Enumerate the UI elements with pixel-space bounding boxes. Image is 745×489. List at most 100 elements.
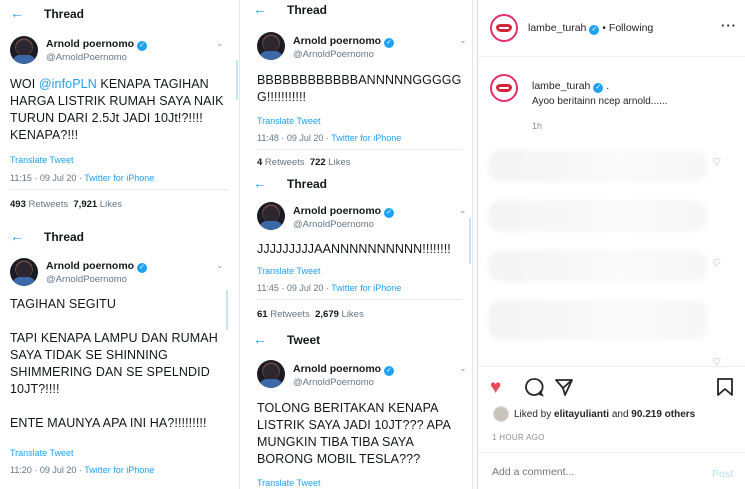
thread-header: ← Thread	[0, 2, 239, 26]
caption-text: Ayoo beritainn ncep arnold......	[532, 96, 668, 107]
source-link[interactable]: Twitter for iPhone	[331, 133, 401, 143]
back-arrow-icon[interactable]: ←	[253, 175, 267, 191]
source-link[interactable]: Twitter for iPhone	[84, 173, 154, 183]
verified-icon: ✓	[589, 25, 600, 35]
header-title: Thread	[287, 3, 328, 17]
tweet-text: TOLONG BERITAKAN KENAPA LISTRIK SAYA JAD…	[257, 401, 451, 466]
back-arrow-icon[interactable]: ←	[10, 5, 24, 21]
avatar[interactable]	[10, 36, 38, 64]
divider	[257, 299, 462, 300]
user-name[interactable]: Arnold poernomo ✓	[293, 363, 395, 376]
tweet-card: ← Tweet Arnold poernomo ✓ @ArnoldPoernomo…	[243, 328, 472, 489]
scrollbar[interactable]	[236, 60, 238, 100]
liker-avatar[interactable]	[493, 406, 509, 422]
user-name[interactable]: Arnold poernomo ✓	[293, 205, 395, 218]
tweet-card: ← Thread Arnold poernomo ✓ @ArnoldPoernom…	[0, 0, 239, 222]
user-name[interactable]: Arnold poernomo ✓	[293, 35, 395, 48]
like-heart-icon[interactable]: ♥	[490, 378, 501, 398]
avatar[interactable]	[10, 258, 38, 286]
tweet-text: TAGIHAN SEGITU TAPI KENAPA LAMPU DAN RUM…	[10, 296, 220, 432]
like-count[interactable]: 722	[310, 157, 326, 168]
comment-input[interactable]	[492, 466, 692, 478]
chevron-down-icon[interactable]: ⌄	[459, 35, 467, 46]
scrollbar[interactable]	[226, 290, 228, 330]
heart-outline-icon[interactable]: ♡	[712, 258, 721, 269]
avatar[interactable]	[257, 360, 285, 388]
following-button[interactable]: Following	[609, 22, 653, 34]
user-handle[interactable]: @ArnoldPoernomo	[293, 377, 374, 388]
tweet-column-1: ← Thread Arnold poernomo ✓ @ArnoldPoernom…	[0, 0, 240, 489]
account-name[interactable]: lambe_turah	[528, 22, 586, 34]
tweet-text: BBBBBBBBBBBBANNNNNGGGGGG!!!!!!!!!!!	[257, 73, 462, 104]
blurred-comment	[488, 200, 708, 232]
translate-tweet-link[interactable]: Translate Tweet	[257, 116, 321, 126]
post-button[interactable]: Post	[712, 468, 733, 480]
translate-tweet-link[interactable]: Translate Tweet	[10, 448, 74, 458]
retweet-count[interactable]: 493	[10, 199, 26, 210]
user-handle[interactable]: @ArnoldPoernomo	[293, 49, 374, 60]
chevron-down-icon[interactable]: ⌄	[459, 205, 467, 216]
retweet-count[interactable]: 61	[257, 309, 268, 320]
tweet-text: WOI @infoPLN KENAPA TAGIHAN HARGA LISTRI…	[10, 77, 224, 142]
bookmark-icon[interactable]	[716, 377, 734, 402]
translate-tweet-link[interactable]: Translate Tweet	[257, 266, 321, 276]
divider	[10, 189, 229, 190]
instagram-post-panel: lambe_turah ✓ • Following ··· lambe_turah…	[477, 0, 745, 489]
blurred-comment	[488, 150, 708, 182]
user-name[interactable]: Arnold poernomo ✓	[46, 38, 148, 51]
source-link[interactable]: Twitter for iPhone	[84, 465, 154, 475]
like-count[interactable]: 7,921	[73, 199, 97, 210]
lips-logo-icon	[496, 24, 512, 32]
tweet-text: JJJJJJJJJAANNNNNNNNNN!!!!!!!!	[257, 242, 451, 256]
user-name[interactable]: Arnold poernomo ✓	[46, 260, 148, 273]
chevron-down-icon[interactable]: ⌄	[216, 38, 224, 49]
avatar[interactable]	[257, 202, 285, 230]
divider	[478, 56, 745, 57]
heart-outline-icon[interactable]: ♡	[712, 157, 721, 168]
chevron-down-icon[interactable]: ⌄	[459, 363, 467, 374]
tweet-line: TAGIHAN SEGITU	[10, 297, 117, 311]
post-age: 1 HOUR AGO	[492, 433, 545, 442]
header-title: Tweet	[287, 333, 321, 347]
user-handle[interactable]: @ArnoldPoernomo	[46, 52, 127, 63]
liker-name[interactable]: elitayulianti	[554, 409, 609, 420]
more-options-icon[interactable]: ···	[721, 18, 737, 33]
scrollbar[interactable]	[469, 218, 471, 264]
verified-icon: ✓	[384, 208, 395, 218]
thread-header: ← Thread	[243, 0, 472, 22]
back-arrow-icon[interactable]: ←	[253, 331, 267, 347]
comment-icon[interactable]	[524, 377, 544, 402]
tweet-line: ENTE MAUNYA APA INI HA?!!!!!!!!!	[10, 416, 207, 430]
avatar[interactable]	[490, 74, 518, 102]
chevron-down-icon[interactable]: ⌄	[216, 260, 224, 271]
avatar[interactable]	[490, 14, 518, 42]
tweet-card: ← Thread Arnold poernomo ✓ @ArnoldPoernom…	[243, 172, 472, 326]
divider	[478, 452, 745, 453]
user-handle[interactable]: @ArnoldPoernomo	[46, 274, 127, 285]
translate-tweet-link[interactable]: Translate Tweet	[257, 478, 321, 488]
header-title: Thread	[287, 177, 328, 191]
lips-logo-icon	[496, 84, 512, 92]
source-link[interactable]: Twitter for iPhone	[331, 283, 401, 293]
verified-icon: ✓	[137, 41, 148, 51]
translate-tweet-link[interactable]: Translate Tweet	[10, 155, 74, 165]
others-count[interactable]: 90.219 others	[631, 409, 695, 420]
mention-link[interactable]: @infoPLN	[39, 77, 97, 91]
tweet-stats: 493 Retweets 7,921 Likes	[10, 199, 122, 210]
thread-header: ← Thread	[243, 172, 472, 196]
tweet-timestamp: 11:48 · 09 Jul 20 · Twitter for iPhone	[257, 133, 402, 143]
verified-icon: ✓	[593, 83, 604, 93]
caption-username[interactable]: lambe_turah ✓ .	[532, 80, 609, 93]
back-arrow-icon[interactable]: ←	[10, 228, 24, 244]
header-title: Thread	[44, 230, 85, 244]
tweet-column-2: ← Thread Arnold poernomo ✓ @ArnoldPoernom…	[243, 0, 473, 489]
verified-icon: ✓	[137, 263, 148, 273]
back-arrow-icon[interactable]: ←	[253, 1, 267, 17]
like-count[interactable]: 2,679	[315, 309, 339, 320]
thread-header: ← Thread	[0, 225, 239, 249]
user-handle[interactable]: @ArnoldPoernomo	[293, 219, 374, 230]
tweet-timestamp: 11:20 · 09 Jul 20 · Twitter for iPhone	[10, 465, 155, 475]
avatar[interactable]	[257, 32, 285, 60]
share-icon[interactable]	[554, 377, 574, 402]
thread-header: ← Tweet	[243, 328, 472, 352]
